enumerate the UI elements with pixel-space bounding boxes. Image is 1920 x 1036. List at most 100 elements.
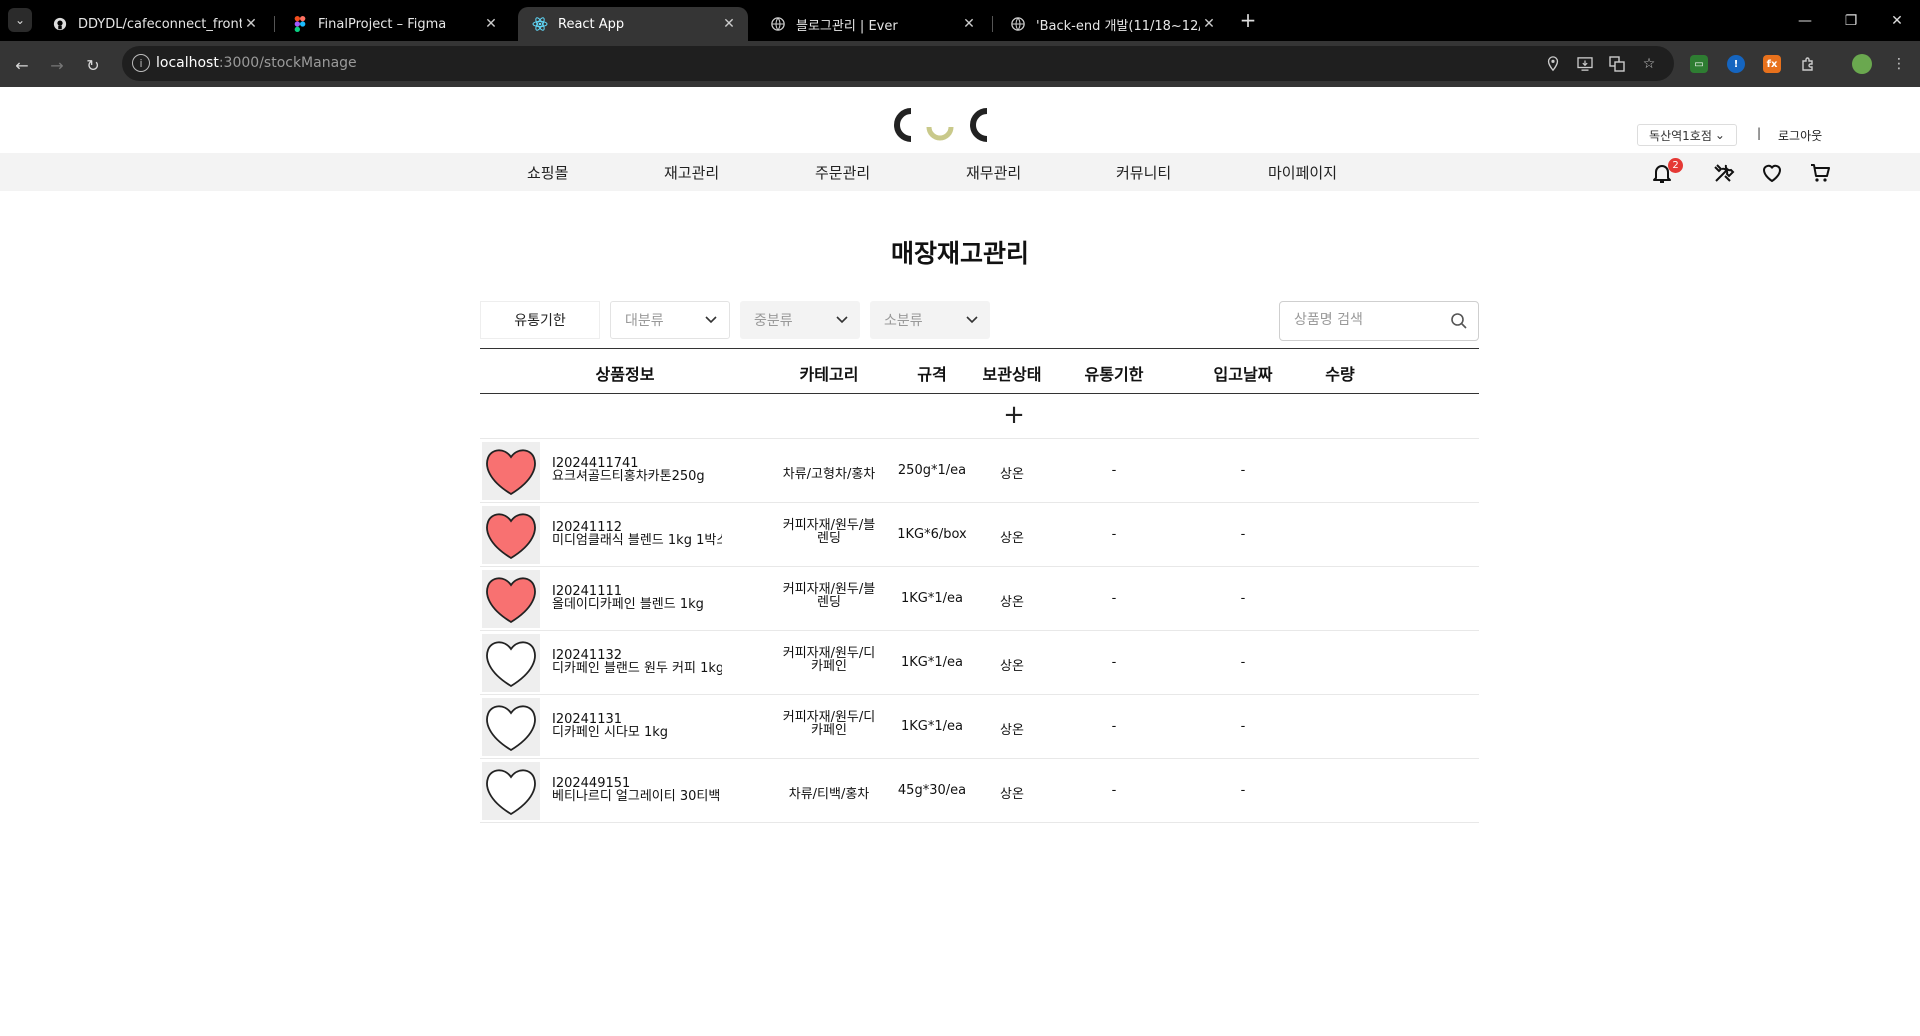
product-name: 디카페인 시다모 1kg [552, 725, 669, 739]
product-info[interactable]: I20241131 디카페인 시다모 1kg [552, 713, 722, 739]
url-host: localhost [156, 55, 219, 71]
close-icon[interactable]: ✕ [960, 16, 978, 32]
install-app-icon[interactable] [1576, 55, 1594, 73]
tab-title: DDYDL/cafeconnect_front: [caf [78, 16, 242, 32]
product-info[interactable]: I202449151 베티나르디 얼그레이티 30티백 [552, 777, 722, 803]
table-row[interactable]: I20241131 디카페인 시다모 1kg 커피자재/원두/디 카페인 1KG*1/e… [480, 695, 1479, 759]
close-icon[interactable]: ✕ [720, 16, 738, 32]
category-mid-select[interactable]: 중분류 [740, 301, 860, 339]
product-info[interactable]: I20241112 미디엄클래식 블렌드 1kg 1박스 [552, 521, 722, 547]
extension-password-icon[interactable]: ! [1727, 55, 1745, 73]
product-name: 요크셔골드티홍차카톤250g [552, 469, 705, 483]
location-icon[interactable] [1544, 55, 1562, 73]
product-expiry: - [1111, 527, 1117, 542]
tab-search-dropdown[interactable]: ⌄ [8, 8, 32, 32]
browser-tab-backend[interactable]: 'Back-end 개발(11/18~12/17)' ✕ [996, 7, 1228, 41]
cuc-logo[interactable] [881, 101, 1001, 149]
product-storage: 상온 [1000, 787, 1024, 802]
add-stock-button[interactable]: + [1001, 402, 1027, 428]
reload-button[interactable]: ↻ [81, 53, 105, 77]
close-window-button[interactable]: ✕ [1874, 0, 1920, 41]
product-spec: 1KG*1/ea [901, 655, 963, 670]
table-row[interactable]: I20241112 미디엄클래식 블렌드 1kg 1박스 커피자재/원두/블 렌딩 1K… [480, 503, 1479, 567]
product-expiry: - [1111, 655, 1117, 670]
translate-icon[interactable] [1608, 55, 1626, 73]
forward-button[interactable]: → [45, 53, 69, 77]
site-info-icon[interactable]: i [132, 54, 150, 72]
product-info[interactable]: I20241132 디카페인 블랜드 원두 커피 1kg [552, 649, 722, 675]
browser-tab-figma[interactable]: FinalProject – Figma ✕ [278, 7, 510, 41]
react-icon [532, 16, 548, 32]
back-button[interactable]: ← [10, 53, 34, 77]
chevron-down-icon: ⌄ [1714, 128, 1725, 142]
extensions-puzzle-icon[interactable] [1799, 55, 1817, 73]
like-toggle[interactable] [482, 570, 540, 628]
more-menu-icon[interactable]: ⋮ [1890, 55, 1908, 73]
browser-tab-github[interactable]: DDYDL/cafeconnect_front: [caf ✕ [38, 7, 270, 41]
menu-item-mypage[interactable]: 마이페이지 [1268, 162, 1337, 183]
chevron-down-icon: ⌄ [14, 13, 26, 27]
like-toggle[interactable] [482, 762, 540, 820]
tools-icon[interactable] [1712, 161, 1736, 185]
address-bar[interactable]: i localhost:3000/stockManage ☆ [122, 46, 1674, 81]
category-line: 차류/티백/홍차 [788, 787, 870, 802]
search-icon[interactable] [1450, 312, 1468, 330]
reload-icon: ↻ [86, 55, 100, 75]
new-tab-button[interactable]: + [1236, 8, 1260, 32]
category-line: 렌딩 [817, 595, 841, 610]
restore-button[interactable]: ❐ [1828, 0, 1874, 41]
header-separator: | [1757, 126, 1762, 140]
tab-title: React App [558, 16, 625, 32]
figma-icon [292, 16, 308, 32]
like-toggle[interactable] [482, 634, 540, 692]
menu-item-finance[interactable]: 재무관리 [966, 162, 1021, 183]
product-category: 차류/고형차/홍차 [783, 463, 875, 482]
menu-item-community[interactable]: 커뮤니티 [1116, 162, 1171, 183]
logout-link[interactable]: 로그아웃 [1778, 127, 1822, 144]
product-info[interactable]: I20241111 올데이디카페인 블렌드 1kg [552, 585, 722, 611]
browser-tab-bar: ⌄ DDYDL/cafeconnect_front: [caf ✕ FinalP… [0, 0, 1920, 41]
url-path: :3000/stockManage [218, 55, 357, 71]
globe-icon [1010, 16, 1026, 32]
tab-separator [274, 16, 275, 32]
menu-item-stock[interactable]: 재고관리 [664, 162, 719, 183]
bookmark-star-icon[interactable]: ☆ [1640, 55, 1658, 73]
url-text[interactable]: localhost:3000/stockManage [156, 55, 357, 71]
profile-avatar[interactable] [1852, 54, 1872, 74]
menu-item-order[interactable]: 주문관리 [815, 162, 870, 183]
product-search-box[interactable] [1279, 301, 1479, 341]
store-select[interactable]: 독산역1호점 ⌄ [1637, 124, 1737, 146]
browser-tab-react-app[interactable]: React App ✕ [518, 7, 748, 41]
close-icon[interactable]: ✕ [1200, 16, 1218, 32]
like-toggle[interactable] [482, 698, 540, 756]
heart-icon[interactable] [1760, 161, 1784, 185]
category-small-select[interactable]: 소분류 [870, 301, 990, 339]
restore-icon: ❐ [1844, 12, 1858, 29]
cart-icon[interactable] [1808, 161, 1832, 185]
product-search-input[interactable] [1294, 312, 1444, 328]
product-spec: 250g*1/ea [897, 463, 967, 478]
like-toggle[interactable] [482, 442, 540, 500]
product-info[interactable]: I2024411741 요크셔골드티홍차카톤250g [552, 457, 722, 483]
product-expiry: - [1111, 591, 1117, 606]
tab-title: FinalProject – Figma [318, 16, 447, 32]
chevron-down-icon [836, 312, 848, 328]
close-icon[interactable]: ✕ [242, 16, 260, 32]
column-header-quantity: 수량 [1325, 365, 1355, 384]
table-row[interactable]: I20241111 올데이디카페인 블렌드 1kg 커피자재/원두/블 렌딩 1KG*1… [480, 567, 1479, 631]
menu-item-shopping[interactable]: 쇼핑몰 [527, 162, 568, 183]
heart-icon [486, 577, 536, 624]
category-large-select[interactable]: 대분류 [610, 301, 730, 339]
table-body: I2024411741 요크셔골드티홍차카톤250g 차류/고형차/홍차 250g*1… [480, 439, 1479, 823]
product-name: 올데이디카페인 블렌드 1kg [552, 597, 704, 611]
table-row[interactable]: I20241132 디카페인 블랜드 원두 커피 1kg 커피자재/원두/디 카페인 1… [480, 631, 1479, 695]
close-icon[interactable]: ✕ [482, 16, 500, 32]
like-toggle[interactable] [482, 506, 540, 564]
extension-orange-icon[interactable]: fx [1763, 55, 1781, 73]
table-row[interactable]: I2024411741 요크셔골드티홍차카톤250g 차류/고형차/홍차 250g*1… [480, 439, 1479, 503]
extension-green-icon[interactable]: ▭ [1690, 55, 1708, 73]
browser-tab-blog[interactable]: 블로그관리 | Ever ✕ [756, 7, 988, 41]
table-row[interactable]: I202449151 베티나르디 얼그레이티 30티백 차류/티백/홍차 45g*30… [480, 759, 1479, 823]
expiry-filter-button[interactable]: 유통기한 [480, 301, 600, 339]
minimize-button[interactable]: — [1782, 0, 1828, 41]
